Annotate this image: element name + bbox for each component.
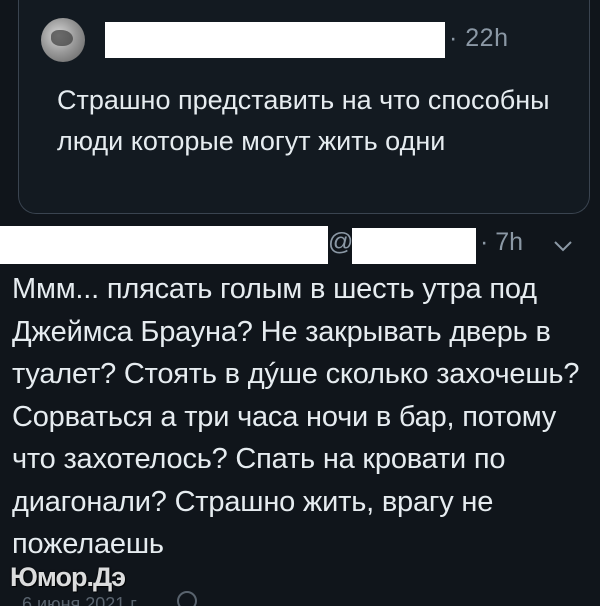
reply-tweet-date: 6 июня 2021 г.: [22, 594, 140, 606]
reply-tweet-handle-prefix: @: [328, 228, 354, 256]
twitter-source-icon: [177, 591, 197, 606]
quoted-tweet-time: · 22h: [449, 24, 509, 52]
reply-tweet-text: Ммм... плясать голым в шесть утра под Дж…: [12, 273, 580, 560]
quoted-tweet-name-redaction: [105, 22, 445, 58]
tweet-screenshot: · 22h Страшно представить на что способн…: [0, 0, 600, 606]
reply-tweet-time: · 7h: [480, 228, 524, 256]
watermark: Юмор.Дэ: [10, 562, 126, 592]
quoted-tweet-text: Страшно представить на что способны люди…: [57, 85, 550, 156]
quoted-tweet-card[interactable]: · 22h Страшно представить на что способн…: [18, 0, 590, 214]
quoted-tweet-avatar[interactable]: [41, 18, 85, 62]
reply-tweet-handle-redaction: [352, 228, 476, 264]
reply-tweet-name-redaction: [0, 226, 328, 264]
chevron-down-icon[interactable]: [552, 238, 574, 254]
